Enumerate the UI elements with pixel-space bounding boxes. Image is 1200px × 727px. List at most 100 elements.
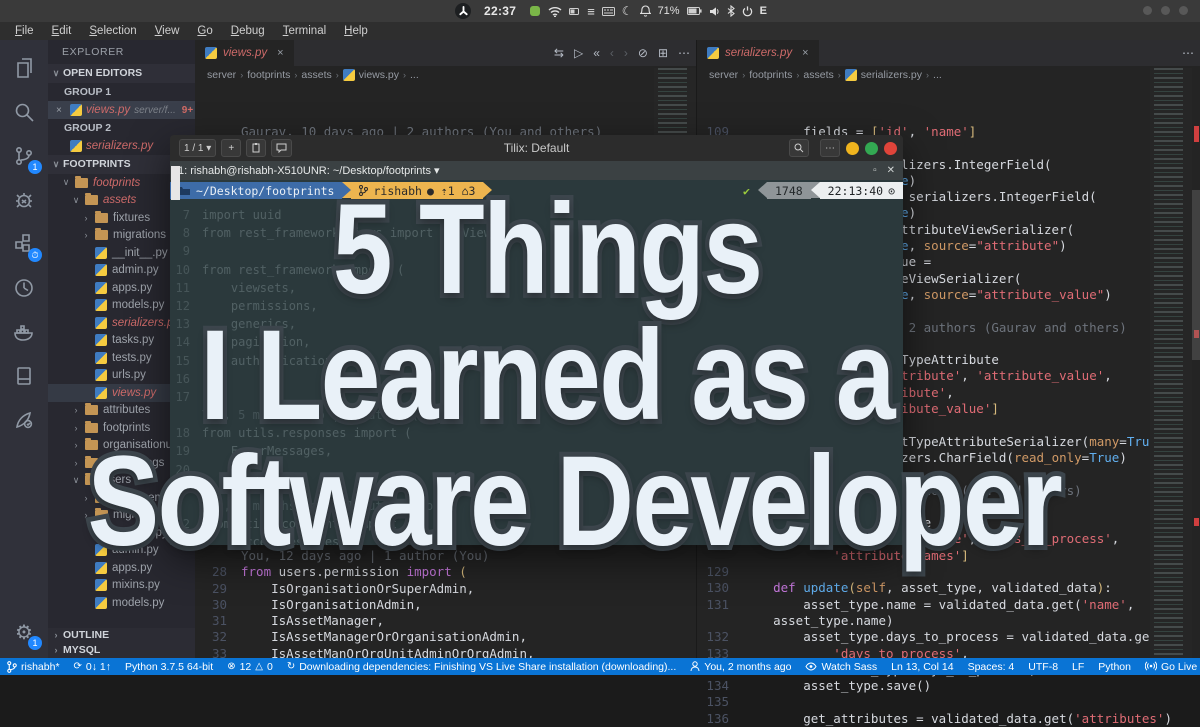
tree-item-models.py[interactable]: models.py xyxy=(48,594,195,612)
code-line[interactable]: 129 xyxy=(697,564,1150,580)
status-item-right-6[interactable]: Python xyxy=(1091,661,1138,673)
status-item-right-4[interactable]: UTF-8 xyxy=(1021,661,1065,673)
tree-item-apps.py[interactable]: apps.py xyxy=(48,559,195,577)
breadcrumb-item[interactable]: server xyxy=(207,69,236,81)
new-terminal-button[interactable]: + xyxy=(221,139,241,157)
clock[interactable]: 22:37 xyxy=(484,4,516,18)
status-item-right-2[interactable]: Ln 13, Col 14 xyxy=(884,661,960,673)
system-tray[interactable]: 22:37≡☾71%E xyxy=(455,0,767,22)
tree-item-mixins.py[interactable]: mixins.py xyxy=(48,577,195,595)
notebook-icon[interactable] xyxy=(0,354,48,398)
interpreter-icon[interactable]: ⊘ xyxy=(638,46,648,60)
compare-icon[interactable]: ⇆ xyxy=(554,46,564,60)
tab-close-icon[interactable]: × xyxy=(802,47,808,59)
extensions-icon[interactable]: ⏱ xyxy=(0,222,48,266)
code-line[interactable]: 135 xyxy=(697,694,1150,710)
breadcrumb-item[interactable]: views.py xyxy=(359,69,399,81)
status-item-right-1[interactable]: Watch Sass xyxy=(798,661,884,673)
session-restore-icon[interactable]: ▫ xyxy=(873,165,877,176)
battery-small-icon[interactable] xyxy=(569,8,580,15)
bell-icon[interactable] xyxy=(640,5,651,17)
power-icon[interactable] xyxy=(742,5,753,17)
menu-item-help[interactable]: Help xyxy=(335,25,377,37)
tray-letter[interactable]: E xyxy=(760,5,767,17)
section-outline[interactable]: ›OUTLINE xyxy=(48,628,195,643)
breadcrumb-item[interactable]: serializers.py xyxy=(861,69,922,81)
session-pager[interactable]: 1 / 1 ▾ xyxy=(179,139,216,157)
terminal-body[interactable]: ~/Desktop/footprints rishabh ● ⇡1 ⌂3 ✔ 1… xyxy=(170,180,903,545)
breadcrumb-item[interactable]: server xyxy=(709,69,738,81)
status-item-right-0[interactable]: You, 2 months ago xyxy=(683,661,798,673)
battery-icon[interactable] xyxy=(687,7,702,15)
status-item-right-5[interactable]: LF xyxy=(1065,661,1091,673)
scrollbar-thumb[interactable] xyxy=(1192,190,1200,360)
code-line[interactable]: You, 12 days ago | 1 author (You) xyxy=(195,548,696,564)
code-line[interactable]: 130 def update(self, asset_type, validat… xyxy=(697,580,1150,596)
menu-item-edit[interactable]: Edit xyxy=(43,25,81,37)
code-line[interactable]: 134 asset_type.save() xyxy=(697,678,1150,694)
code-line[interactable]: 'attribute_names'] xyxy=(697,548,1150,564)
menu-item-terminal[interactable]: Terminal xyxy=(274,25,335,37)
code-line[interactable]: 29 IsOrganisationOrSuperAdmin, xyxy=(195,581,696,597)
minimize-button[interactable] xyxy=(846,142,859,155)
close-icon[interactable]: × xyxy=(56,105,66,116)
test-icon[interactable] xyxy=(0,398,48,442)
code-line[interactable]: 30 IsOrganisationAdmin, xyxy=(195,597,696,613)
keyboard-icon[interactable] xyxy=(602,7,615,16)
status-item-right-3[interactable]: Spaces: 4 xyxy=(961,661,1022,673)
open-changes-icon[interactable]: « xyxy=(593,46,600,60)
more-icon[interactable]: ⋯ xyxy=(678,46,690,60)
menu-item-view[interactable]: View xyxy=(146,25,189,37)
minimap-right[interactable] xyxy=(1150,68,1192,658)
status-item-left-3[interactable]: ⊗12△0 xyxy=(220,661,280,673)
open-editor-views.py[interactable]: ×views.pyserver/f...9+ xyxy=(48,101,195,119)
close-button[interactable] xyxy=(884,142,897,155)
section-mysql[interactable]: ›MYSQL xyxy=(48,643,195,658)
wifi-icon[interactable] xyxy=(548,6,562,17)
open-editors-header[interactable]: ∨OPEN EDITORS xyxy=(48,64,195,83)
search-icon[interactable] xyxy=(0,90,48,134)
paste-icon[interactable] xyxy=(246,139,266,157)
terminal-search-icon[interactable] xyxy=(789,139,809,157)
tab-close-icon[interactable]: × xyxy=(277,47,283,59)
status-item-left-4[interactable]: ↻Downloading dependencies: Finishing VS … xyxy=(280,661,683,673)
menu-item-go[interactable]: Go xyxy=(188,25,221,37)
run-icon[interactable]: ▷ xyxy=(574,46,583,60)
menu-item-file[interactable]: File xyxy=(6,25,43,37)
breadcrumb-item[interactable]: assets xyxy=(301,69,331,81)
moon-icon[interactable]: ☾ xyxy=(622,4,633,18)
shield-icon[interactable] xyxy=(529,5,541,17)
breadcrumb-item[interactable]: footprints xyxy=(247,69,290,81)
prev-change-icon[interactable]: ‹ xyxy=(610,46,614,60)
source-control-icon[interactable]: 1 xyxy=(0,134,48,178)
bluetooth-icon[interactable] xyxy=(727,5,735,17)
speaker-icon[interactable] xyxy=(709,6,720,17)
breadcrumb-item[interactable]: ... xyxy=(933,69,942,81)
debug-icon[interactable] xyxy=(0,178,48,222)
status-item-left-2[interactable]: Python 3.7.5 64-bit xyxy=(118,661,220,673)
next-change-icon[interactable]: › xyxy=(624,46,628,60)
budgie-logo-icon[interactable] xyxy=(455,3,471,19)
tilix-titlebar[interactable]: 1 / 1 ▾ + Tilix: Default ⋯ xyxy=(170,135,903,161)
feedback-icon[interactable] xyxy=(271,139,292,157)
menu-item-debug[interactable]: Debug xyxy=(222,25,274,37)
menu-item-selection[interactable]: Selection xyxy=(80,25,145,37)
status-item-right-7[interactable]: Go Live xyxy=(1138,661,1200,673)
gear-icon[interactable]: ⚙1 xyxy=(0,610,48,654)
breadcrumb[interactable]: server›footprints›assets›serializers.py›… xyxy=(697,66,1200,84)
code-line[interactable]: 131 asset_type.name = validated_data.get… xyxy=(697,597,1150,613)
more-icon[interactable]: ⋯ xyxy=(1182,46,1194,60)
split-editor-icon[interactable]: ⊞ xyxy=(658,46,668,60)
status-item-left-1[interactable]: ⟳0↓ 1↑ xyxy=(67,661,119,673)
maximize-button[interactable] xyxy=(865,142,878,155)
session-close-icon[interactable]: ✕ xyxy=(887,165,895,176)
menu-lines-icon[interactable]: ≡ xyxy=(587,5,595,18)
code-line[interactable]: 136 get_attributes = validated_data.get(… xyxy=(697,711,1150,727)
terminal-session-tab[interactable]: 1: rishabh@rishabh-X510UNR: ~/Desktop/fo… xyxy=(170,161,903,180)
files-icon[interactable] xyxy=(0,46,48,90)
tab-serializers-py[interactable]: serializers.py × xyxy=(697,40,819,66)
clock-circle-icon[interactable] xyxy=(0,266,48,310)
breadcrumb-item[interactable]: assets xyxy=(803,69,833,81)
breadcrumb-item[interactable]: footprints xyxy=(749,69,792,81)
code-line[interactable]: 28from users.permission import ( xyxy=(195,564,696,580)
